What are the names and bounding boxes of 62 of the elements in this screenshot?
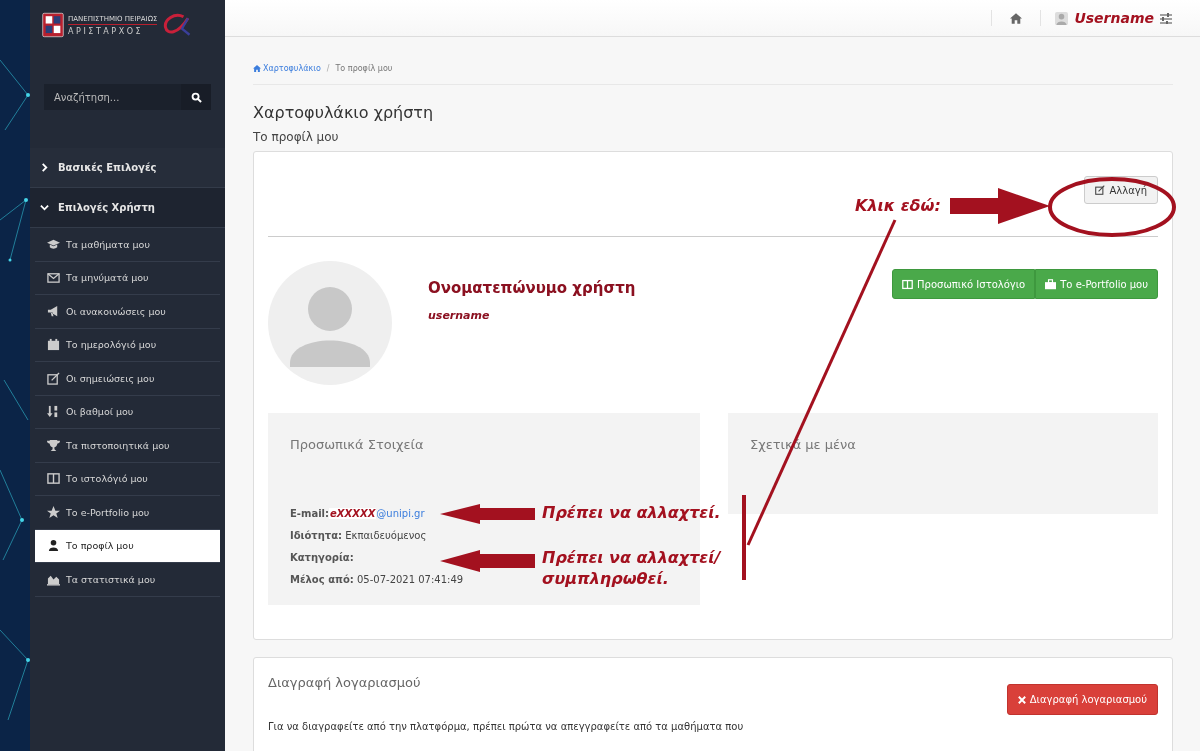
field-label: Μέλος από:: [290, 574, 354, 585]
sidebar-item[interactable]: Το ημερολόγιό μου: [35, 328, 220, 362]
chevron-icon: [40, 203, 49, 212]
menu-section[interactable]: Επιλογές Χρήστη: [30, 188, 225, 228]
masked-email: eXXXXX: [329, 508, 377, 519]
close-icon: [1017, 695, 1026, 704]
field-label: Ιδιότητα:: [290, 530, 343, 541]
full-name: Ονοματεπώνυμο χρήστη: [428, 279, 637, 297]
username: Username: [1074, 10, 1154, 26]
columns-icon: [902, 278, 914, 290]
page-subtitle: Το προφίλ μου: [253, 130, 340, 144]
star-icon: [47, 505, 60, 519]
section-label: Βασικές Επιλογές: [58, 162, 157, 173]
sidebar-item[interactable]: Το ιστολόγιό μου: [35, 462, 220, 496]
graduation-cap-icon: [47, 237, 60, 251]
username: username: [428, 309, 491, 322]
annotation-text: Πρέπει να αλλαχτεί.: [542, 503, 721, 524]
sidebar-item[interactable]: Τα στατιστικά μου: [35, 563, 220, 597]
field-value: Εκπαιδευόμενος: [344, 530, 427, 541]
sidebar-item[interactable]: Τα μαθήματα μου: [35, 228, 220, 262]
university-crest-icon: [42, 12, 64, 38]
home-icon: [1010, 12, 1023, 24]
sliders-icon[interactable]: [1160, 12, 1172, 24]
calendar-icon: [47, 338, 60, 352]
user-menu[interactable]: Username: [1040, 10, 1172, 26]
edit-icon: [47, 371, 60, 385]
briefcase-icon: [1045, 278, 1057, 290]
breadcrumb-link[interactable]: Χαρτοφυλάκιο: [253, 63, 321, 73]
user-icon: [47, 539, 60, 553]
trophy-icon: [47, 438, 60, 452]
sidebar-item[interactable]: Οι σημειώσεις μου: [35, 362, 220, 396]
sort-icon: [47, 405, 60, 419]
annotation-text: Πρέπει να αλλαχτεί/ συμπληρωθεί.: [542, 548, 723, 590]
columns-icon: [47, 472, 60, 486]
user-icon: [1055, 11, 1069, 25]
section-label: Επιλογές Χρήστη: [58, 202, 155, 213]
delete-instructions: Για να διαγραφείτε από την πλατφόρμα, πρέπει πρώτα να απεγγραφείτε από τα μαθήματα που: [268, 721, 745, 732]
envelope-icon: [47, 271, 60, 285]
system-name: Α Ρ Ι Σ Τ Α Ρ Χ Ο Σ: [68, 26, 142, 36]
field-label: Κατηγορία:: [290, 552, 354, 563]
megaphone-icon: [47, 304, 60, 318]
sidebar-item[interactable]: Το e-Portfolio μου: [35, 496, 220, 530]
chevron-icon: [40, 163, 49, 172]
sidebar-item[interactable]: Τα μηνύματά μου: [35, 261, 220, 295]
breadcrumb-current: Το προφίλ μου: [335, 63, 393, 73]
field-value: 05-07-2021 07:41:49: [355, 574, 464, 585]
card-heading: Διαγραφή λογαριασμού: [268, 675, 421, 690]
home-icon: [253, 64, 261, 72]
sidebar-item[interactable]: Τα πιστοποιητικά μου: [35, 429, 220, 463]
search-icon[interactable]: [181, 84, 211, 110]
breadcrumb-separator: /: [326, 63, 330, 73]
page-title: Χαρτοφυλάκιο χρήστη: [253, 103, 435, 122]
sidebar-item[interactable]: Το προφίλ μου: [35, 529, 220, 563]
sidebar-item[interactable]: Οι ανακοινώσεις μου: [35, 295, 220, 329]
email-link[interactable]: @unipi.gr: [376, 508, 425, 519]
panel-heading: Προσωπικά Στοιχεία: [290, 437, 425, 452]
annotation-text: Κλικ εδώ:: [855, 196, 941, 217]
alpha-logo-icon: [161, 12, 192, 38]
sidebar-item[interactable]: Οι βαθμοί μου: [35, 395, 220, 429]
field-label: E-mail:: [290, 508, 329, 519]
delete-account-button[interactable]: Διαγραφή λογαριασμού: [1006, 684, 1158, 715]
edit-icon: [1095, 185, 1106, 195]
